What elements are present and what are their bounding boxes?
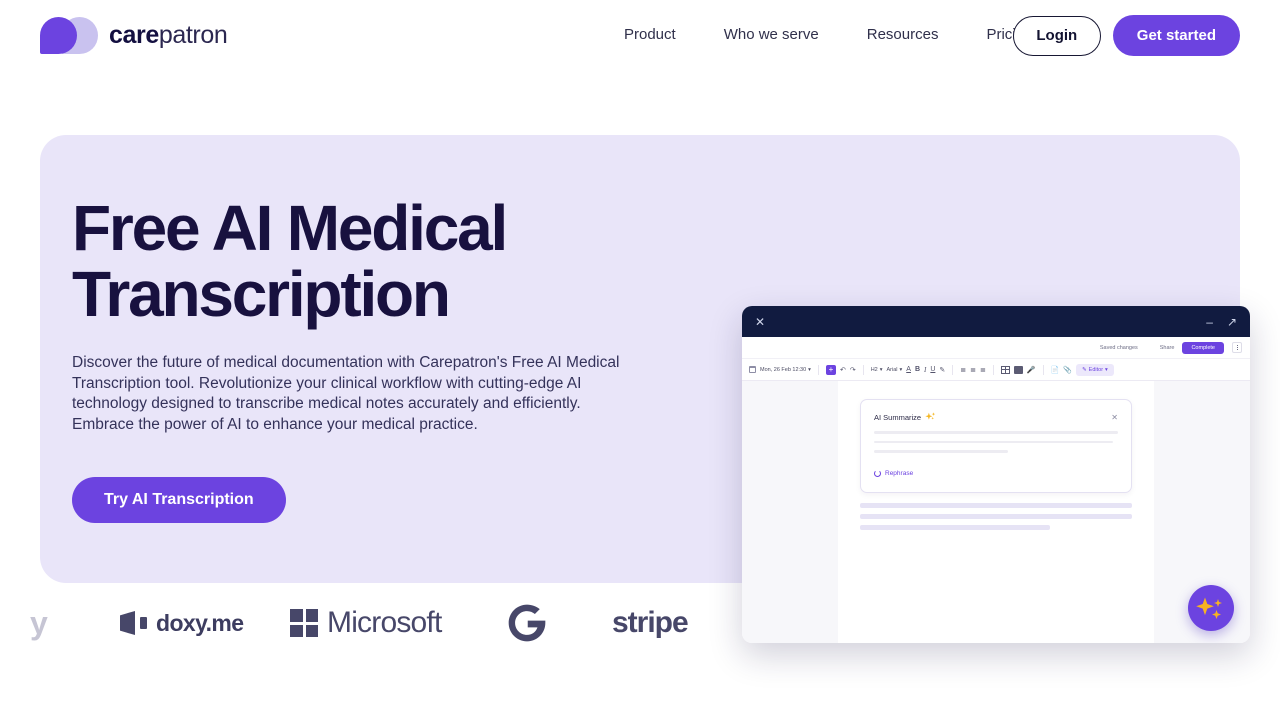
session-date-dropdown[interactable]: Mon, 26 Feb 12:30 ▾ [760,367,811,373]
brand-logo[interactable]: carepatron [40,17,228,54]
stripe-label: stripe [612,606,689,639]
chevron-down-icon: ▾ [879,366,883,373]
ai-card-close-icon[interactable]: ✕ [1111,413,1118,422]
share-button[interactable]: Share [1160,345,1175,351]
font-label: Arial [886,366,898,373]
site-header: carepatron Product Who we serve Resource… [0,0,1280,71]
text-color-icon[interactable]: A [906,366,911,373]
toolbar-divider [992,364,994,375]
toolbar-divider [862,364,864,375]
partner-logo-strip: y doxy.me Microsoft stripe [0,592,1280,654]
editor-mode-label: Editor [1088,366,1104,373]
ai-skeleton-line [874,440,1114,443]
ai-summarize-label: AI Summarize [874,413,922,422]
toolbar-divider [817,364,819,375]
login-button[interactable]: Login [1012,15,1101,56]
session-date-label: Mon, 26 Feb 12:30 [760,366,807,373]
close-icon[interactable]: ✕ [755,316,765,328]
redo-icon[interactable]: ↷ [850,366,856,374]
paperclip-icon[interactable]: 📎 [1063,366,1072,374]
microsoft-label: Microsoft [327,606,442,639]
titlebar-window-controls: – ↗ [1206,316,1237,328]
heading-dropdown[interactable]: H2 ▾ [871,367,883,373]
google-g-icon [505,601,549,645]
ai-skeleton-line [874,431,1118,434]
microsoft-logo: Microsoft [290,606,442,640]
ai-skeleton-line [874,450,1009,453]
doxy-door-shape [120,611,135,635]
sparkles-icon [925,412,936,420]
app-formatting-toolbar: Mon, 26 Feb 12:30 ▾ + ↶ ↷ H2 ▾ Arial ▾ A B … [742,359,1250,381]
doxy-pin-shape [140,617,147,629]
complete-button[interactable]: Complete [1182,341,1224,354]
ai-summarize-card: AI Summarize ✕ Rephrase [860,399,1132,493]
brand-name-bold: care [109,21,159,49]
font-dropdown[interactable]: Arial ▾ [886,367,902,373]
add-button[interactable]: + [825,364,836,375]
rephrase-button[interactable]: Rephrase [874,469,914,477]
logo-blob-primary [40,17,77,54]
document-skeleton-line [860,524,1051,530]
google-logo [505,601,549,645]
doxy-me-logo: doxy.me [120,609,244,637]
editor-mode-dropdown[interactable]: ✎ Editor ▾ [1076,363,1114,376]
ai-card-header: AI Summarize ✕ [874,411,1118,424]
pencil-icon: ✎ [1082,366,1087,373]
bullet-list-icon[interactable]: ≣ [960,366,966,374]
rephrase-label: Rephrase [885,469,914,477]
hero-subtitle: Discover the future of medical documenta… [72,354,620,433]
app-topbar: Saved changes Share Complete [742,337,1250,359]
carepatron-blobs-logo [40,17,98,54]
microphone-icon[interactable]: 🎤 [1027,366,1036,374]
undo-icon[interactable]: ↶ [840,366,846,374]
bold-icon[interactable]: B [915,366,920,373]
underline-icon[interactable]: U [930,366,935,373]
highlighter-icon[interactable]: ✎ [939,366,945,374]
kebab-menu-icon[interactable] [1232,342,1242,353]
calendar-icon [749,366,756,373]
nav-who-we-serve[interactable]: Who we serve [700,22,843,47]
heading-label: H2 [870,366,878,373]
minimize-icon[interactable]: – [1206,316,1213,328]
document-skeleton-line [860,502,1132,508]
brand-name-light: patron [158,21,228,49]
numbered-list-icon[interactable]: ≣ [970,366,976,374]
chevron-down-icon: ▾ [808,366,811,373]
refresh-icon [874,469,881,477]
main-navigation: Product Who we serve Resources Pricing [600,22,1056,47]
hero-copy: Free AI Medical Transcription Discover t… [72,195,692,523]
page-title: Free AI Medical Transcription [72,192,508,330]
toolbar-divider [952,364,954,375]
microsoft-grid-icon [290,609,318,637]
image-icon[interactable] [1013,365,1023,374]
header-actions: Login Get started [1012,15,1240,56]
expand-icon[interactable]: ↗ [1227,316,1237,328]
partial-logo: y [30,604,48,641]
italic-icon[interactable]: I [924,366,926,374]
table-icon[interactable] [1000,365,1010,374]
toolbar-divider [1042,364,1044,375]
ai-summarize-title: AI Summarize [874,411,937,424]
chevron-down-icon: ▾ [1105,366,1108,373]
chevron-down-icon: ▾ [899,366,903,373]
doxy-me-mark-icon [120,611,147,635]
brand-wordmark: carepatron [109,21,228,50]
get-started-button[interactable]: Get started [1112,15,1240,56]
document-skeleton-text [860,502,1132,530]
stripe-logo: stripe [612,606,689,640]
align-icon[interactable]: ≣ [980,366,986,374]
app-titlebar: ✕ – ↗ [742,306,1250,337]
document-skeleton-line [860,513,1132,519]
nav-resources[interactable]: Resources [843,22,963,47]
nav-product[interactable]: Product [600,22,700,47]
saved-changes-label: Saved changes [1099,344,1138,351]
file-icon[interactable]: 📄 [1051,366,1060,374]
doxy-me-label: doxy.me [156,609,244,636]
try-ai-transcription-button[interactable]: Try AI Transcription [72,477,286,523]
